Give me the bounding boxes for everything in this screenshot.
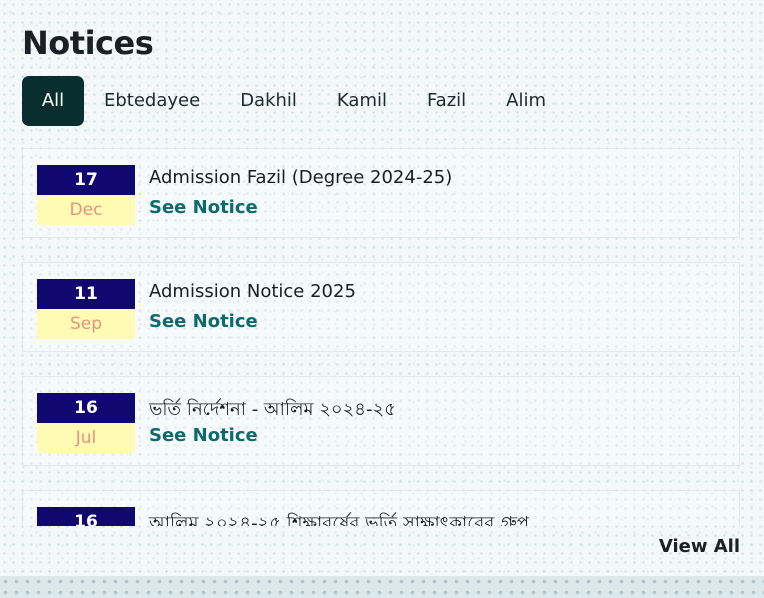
notice-day: 16	[37, 393, 135, 423]
tab-alim[interactable]: Alim	[486, 76, 566, 126]
notice-day: 17	[37, 165, 135, 195]
notice-title: আলিম ২০২৪-২৫ শিক্ষাবর্ষের ভর্তি সাক্ষাৎক…	[149, 513, 530, 526]
page-title: Notices	[22, 24, 154, 62]
decorative-footer-strip	[0, 576, 764, 598]
view-all-link[interactable]: View All	[659, 536, 740, 557]
notice-card: 16 আলিম ২০২৪-২৫ শিক্ষাবর্ষের ভর্তি সাক্ষ…	[22, 490, 740, 526]
see-notice-link[interactable]: See Notice	[149, 197, 258, 218]
notice-date: 16	[37, 507, 135, 526]
notice-day: 11	[37, 279, 135, 309]
see-notice-link[interactable]: See Notice	[149, 425, 258, 446]
notice-month: Sep	[37, 309, 135, 339]
see-notice-link[interactable]: See Notice	[149, 311, 258, 332]
notice-month: Jul	[37, 423, 135, 453]
notice-title: ভর্তি নির্দেশনা - আলিম ২০২৪-২৫	[149, 399, 396, 420]
notice-card: 17 Dec Admission Fazil (Degree 2024-25) …	[22, 148, 740, 238]
tab-kamil[interactable]: Kamil	[317, 76, 407, 126]
notice-category-tabs: All Ebtedayee Dakhil Kamil Fazil Alim	[22, 76, 566, 126]
tab-fazil[interactable]: Fazil	[407, 76, 486, 126]
tab-all[interactable]: All	[22, 76, 84, 126]
notice-card: 16 Jul ভর্তি নির্দেশনা - আলিম ২০২৪-২৫ Se…	[22, 376, 740, 466]
notice-date: 11 Sep	[37, 279, 135, 339]
tab-dakhil[interactable]: Dakhil	[220, 76, 317, 126]
notice-card: 11 Sep Admission Notice 2025 See Notice	[22, 262, 740, 352]
notice-list[interactable]: 17 Dec Admission Fazil (Degree 2024-25) …	[22, 148, 740, 526]
notice-title: Admission Notice 2025	[149, 281, 356, 302]
notice-title: Admission Fazil (Degree 2024-25)	[149, 167, 453, 188]
notice-date: 17 Dec	[37, 165, 135, 225]
notice-month: Dec	[37, 195, 135, 225]
notice-date: 16 Jul	[37, 393, 135, 453]
tab-ebtedayee[interactable]: Ebtedayee	[84, 76, 220, 126]
notice-day: 16	[37, 507, 135, 526]
